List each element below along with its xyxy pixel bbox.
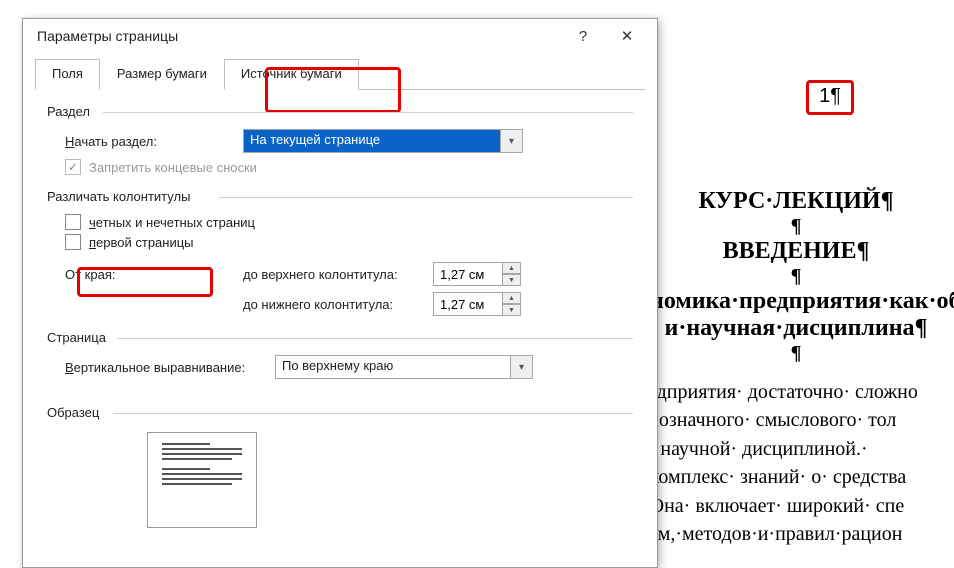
spin-up-icon[interactable]: ▲ <box>503 262 521 274</box>
header-distance-spinner[interactable]: ▲▼ <box>433 262 521 286</box>
spin-up-icon[interactable]: ▲ <box>503 292 521 304</box>
suppress-endnotes-label: Запретить концевые сноски <box>89 160 257 175</box>
doc-body-line-5: · Она· включает· широкий· спе <box>638 492 954 520</box>
header-distance-input[interactable] <box>433 262 503 286</box>
headers-footers-header: Различать колонтитулы <box>47 189 633 204</box>
page-number: 1¶ <box>819 85 841 107</box>
tab-fields[interactable]: Поля <box>35 59 100 90</box>
doc-heading-b: и·научная·дисциплина¶ <box>638 315 954 342</box>
valign-value: По верхнему краю <box>276 356 510 378</box>
titlebar[interactable]: Параметры страницы ? ✕ <box>23 19 657 53</box>
doc-intro: ВВЕДЕНИЕ¶ <box>638 238 954 265</box>
tabs: Поля Размер бумаги Источник бумаги <box>35 59 645 90</box>
dialog-title: Параметры страницы <box>37 28 178 44</box>
tab-paper-source[interactable]: Источник бумаги <box>224 59 359 90</box>
doc-body-line-2: днозначного· смыслового· тол <box>638 406 954 434</box>
doc-pilcrow-3: ¶ <box>638 342 954 365</box>
help-button[interactable]: ? <box>561 20 605 52</box>
to-header-label: до верхнего колонтитула: <box>243 267 433 282</box>
doc-pilcrow-2: ¶ <box>638 265 954 288</box>
page-number-highlight: 1¶ <box>806 80 854 115</box>
doc-body-line-1: редприятия· достаточно· сложно <box>638 378 954 406</box>
doc-body-line-4: · комплекс· знаний· о· средства <box>638 463 954 491</box>
doc-body-line-3: и· научной· дисциплиной.· <box>638 435 954 463</box>
page-setup-dialog: Параметры страницы ? ✕ Поля Размер бумаг… <box>22 18 658 568</box>
doc-heading-a: ономика·предприятия·как·обр <box>638 288 954 315</box>
spin-down-icon[interactable]: ▼ <box>503 304 521 316</box>
spin-down-icon[interactable]: ▼ <box>503 274 521 286</box>
document-page: 1¶ КУРС·ЛЕКЦИЙ¶ ¶ ВВЕДЕНИЕ¶ ¶ ономика·пр… <box>638 58 954 568</box>
to-footer-label: до нижнего колонтитула: <box>243 297 433 312</box>
start-section-value: На текущей странице <box>244 130 500 152</box>
tab-paper-size[interactable]: Размер бумаги <box>100 59 224 90</box>
valign-label: Вертикальное выравнивание: <box>65 360 275 375</box>
section-header: Раздел <box>47 104 633 119</box>
chevron-down-icon[interactable]: ▾ <box>500 130 522 152</box>
odd-even-checkbox[interactable] <box>65 214 81 230</box>
footer-distance-input[interactable] <box>433 292 503 316</box>
footer-distance-spinner[interactable]: ▲▼ <box>433 292 521 316</box>
valign-select[interactable]: По верхнему краю ▾ <box>275 355 533 379</box>
close-button[interactable]: ✕ <box>605 20 649 52</box>
from-edge-label: От края: <box>65 267 243 282</box>
doc-title-1: КУРС·ЛЕКЦИЙ¶ <box>638 188 954 215</box>
chevron-down-icon[interactable]: ▾ <box>510 356 532 378</box>
suppress-endnotes-checkbox <box>65 159 81 175</box>
odd-even-label: четных и нечетных страниц <box>89 215 255 230</box>
doc-pilcrow-1: ¶ <box>638 215 954 238</box>
sample-preview <box>147 432 257 528</box>
start-section-select[interactable]: На текущей странице ▾ <box>243 129 523 153</box>
page-header: Страница <box>47 330 633 345</box>
sample-header: Образец <box>47 405 633 420</box>
first-page-label: первой страницы <box>89 235 194 250</box>
doc-body-line-6: орм,·методов·и·правил·рацион <box>638 520 954 548</box>
first-page-checkbox[interactable] <box>65 234 81 250</box>
start-section-label: Начать раздел: <box>65 134 243 149</box>
